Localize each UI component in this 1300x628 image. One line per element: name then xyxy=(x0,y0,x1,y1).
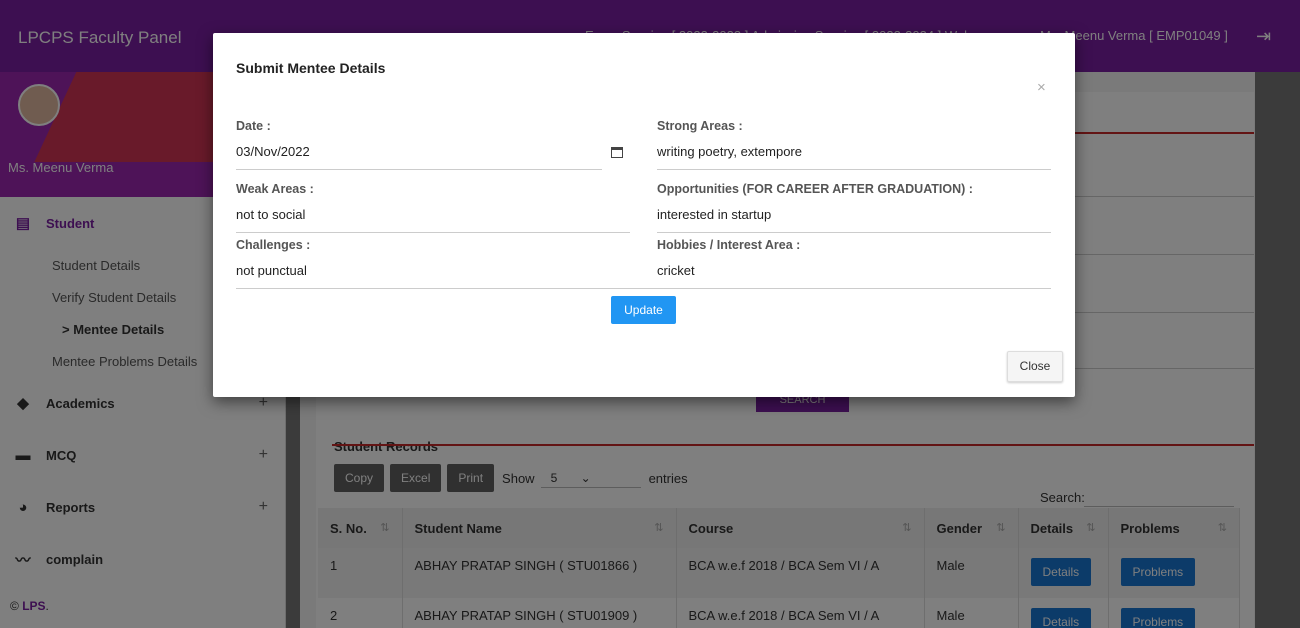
date-input[interactable]: 03/Nov/2022 xyxy=(236,144,602,170)
opportunities-label: Opportunities (FOR CAREER AFTER GRADUATI… xyxy=(657,182,973,196)
update-button[interactable]: Update xyxy=(611,296,676,324)
modal-title: Submit Mentee Details xyxy=(236,60,386,76)
strong-areas-input[interactable]: writing poetry, extempore xyxy=(657,144,1051,170)
opportunities-input[interactable]: interested in startup xyxy=(657,207,1051,233)
hobbies-field[interactable]: Hobbies / Interest Area : cricket xyxy=(657,238,1051,289)
close-icon[interactable]: × xyxy=(1037,79,1046,96)
weak-areas-field[interactable]: Weak Areas : not to social xyxy=(236,182,630,233)
weak-areas-input[interactable]: not to social xyxy=(236,207,630,233)
hobbies-label: Hobbies / Interest Area : xyxy=(657,238,801,252)
strong-areas-field[interactable]: Strong Areas : writing poetry, extempore xyxy=(657,119,1051,170)
mentee-details-modal: Submit Mentee Details × Date : 03/Nov/20… xyxy=(213,33,1075,397)
strong-areas-label: Strong Areas : xyxy=(657,119,743,133)
close-button[interactable]: Close xyxy=(1007,351,1063,382)
hobbies-input[interactable]: cricket xyxy=(657,263,1051,289)
date-field[interactable]: Date : 03/Nov/2022 xyxy=(236,119,602,170)
opportunities-field[interactable]: Opportunities (FOR CAREER AFTER GRADUATI… xyxy=(657,182,1051,233)
weak-areas-label: Weak Areas : xyxy=(236,182,314,196)
calendar-icon[interactable] xyxy=(611,147,623,158)
date-label: Date : xyxy=(236,119,271,133)
